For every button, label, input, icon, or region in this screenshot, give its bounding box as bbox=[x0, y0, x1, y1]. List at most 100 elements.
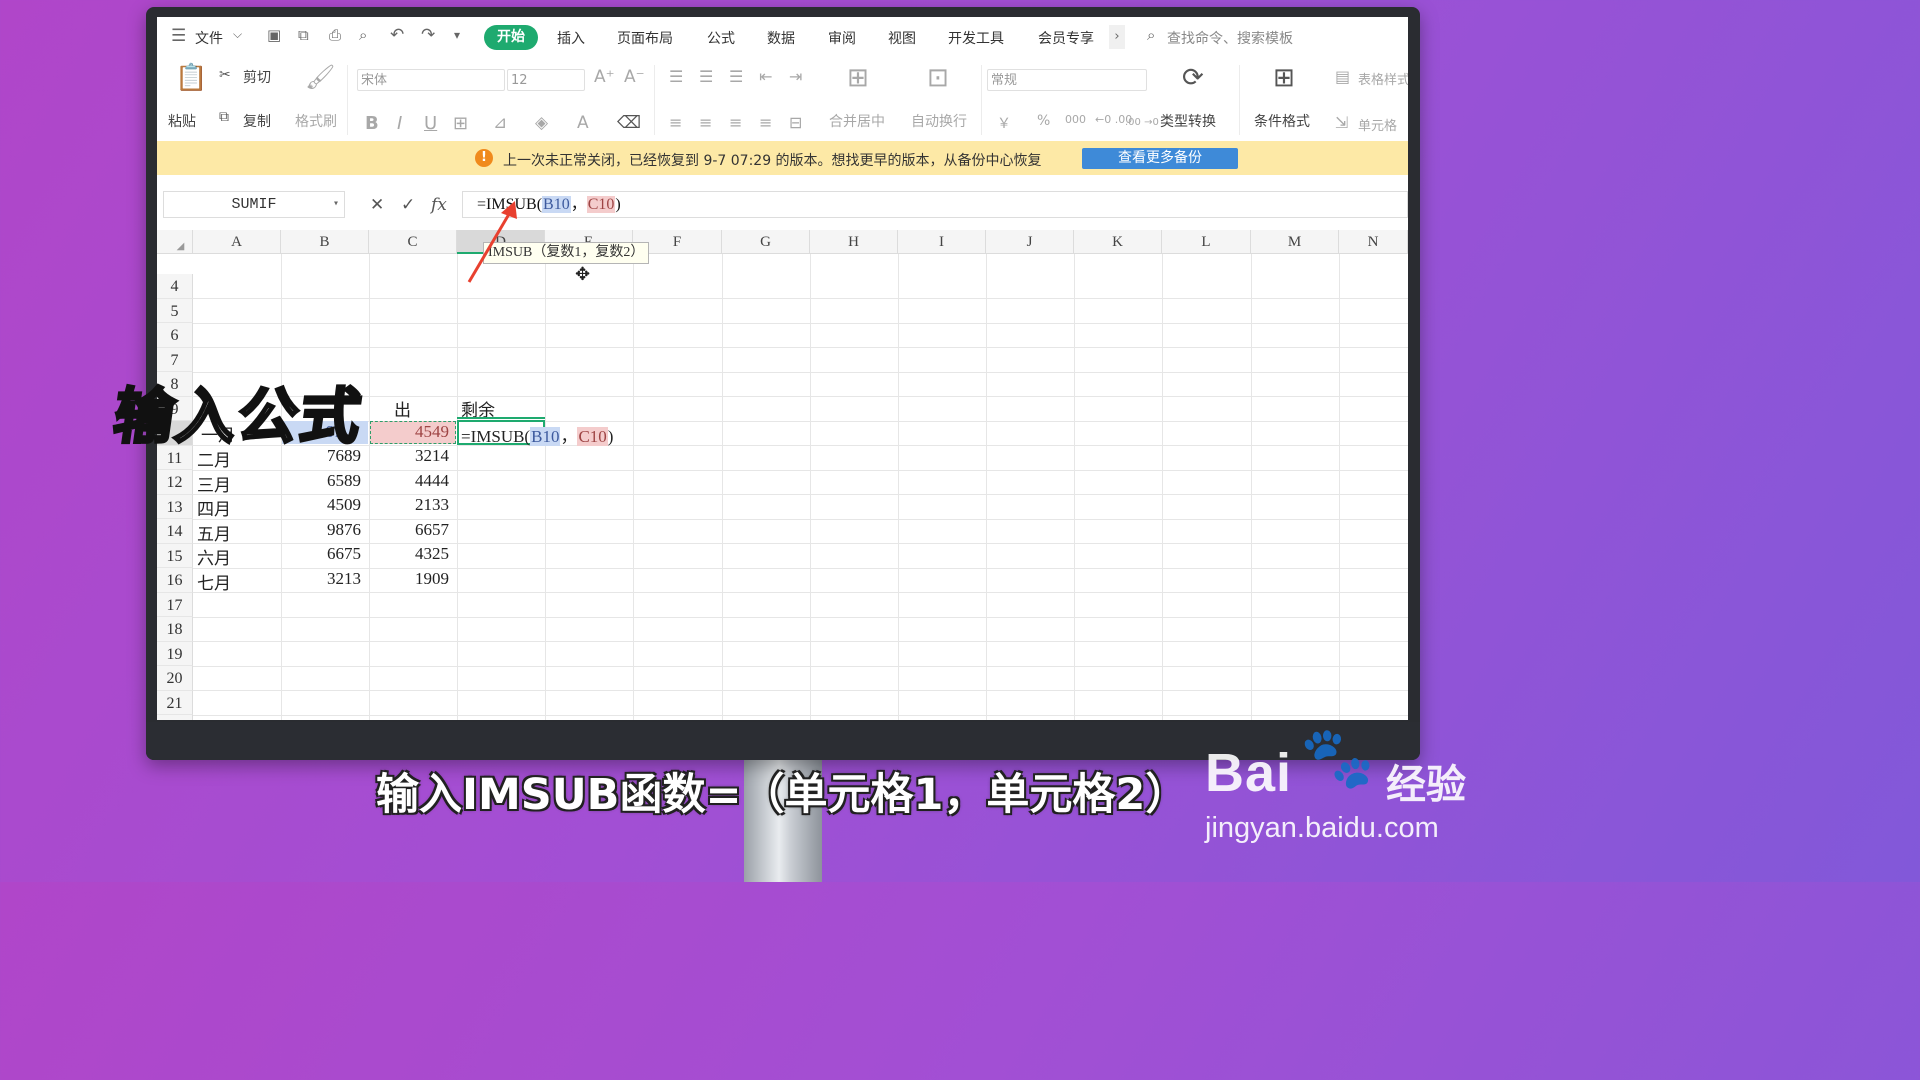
fill-color-icon[interactable]: ◈ bbox=[535, 113, 548, 133]
row-header-21[interactable]: 21 bbox=[157, 690, 193, 715]
sheet-grid[interactable]: ◢ A B C D E F G H I J K L M N 4 5 6 7 8 … bbox=[157, 230, 1408, 720]
preview-icon[interactable]: ⌕ bbox=[359, 26, 367, 44]
file-menu[interactable]: 文件 bbox=[195, 28, 223, 48]
export-icon[interactable]: ⧉ bbox=[298, 26, 309, 44]
cell-c10[interactable]: 4549 bbox=[415, 422, 449, 442]
cell-c16[interactable]: 1909 bbox=[415, 569, 449, 589]
italic-icon[interactable]: I bbox=[397, 113, 402, 134]
cancel-icon[interactable]: ✕ bbox=[370, 195, 384, 215]
cell-c14[interactable]: 6657 bbox=[415, 520, 449, 540]
save-icon[interactable]: ▣ bbox=[267, 26, 281, 44]
row-header-16[interactable]: 16 bbox=[157, 568, 193, 593]
row-header-20[interactable]: 20 bbox=[157, 666, 193, 691]
indent-increase-icon[interactable]: ⇥ bbox=[789, 67, 802, 86]
tab-home[interactable]: 开始 bbox=[484, 25, 538, 50]
col-header-g[interactable]: G bbox=[722, 230, 810, 254]
cut-button[interactable]: 剪切 bbox=[243, 67, 271, 87]
search-icon[interactable]: ⌕ bbox=[1147, 26, 1155, 44]
merge-center-button[interactable]: 合并居中 bbox=[829, 111, 885, 131]
cell-b15[interactable]: 6675 bbox=[327, 544, 361, 564]
cell-a14[interactable]: 五月 bbox=[197, 520, 231, 545]
table-style-icon[interactable]: ▤ bbox=[1335, 67, 1350, 86]
border-icon[interactable]: ⊞ bbox=[453, 113, 468, 134]
paste-icon[interactable]: 📋 bbox=[175, 63, 207, 93]
tab-view[interactable]: 视图 bbox=[888, 28, 916, 48]
cell-c9[interactable]: 出 bbox=[394, 396, 411, 421]
font-size-select[interactable]: 12 bbox=[507, 69, 585, 91]
cell-a16[interactable]: 七月 bbox=[197, 569, 231, 594]
col-header-n[interactable]: N bbox=[1339, 230, 1408, 254]
chevron-down-icon[interactable]: ▾ bbox=[333, 192, 339, 218]
conditional-format-button[interactable]: 条件格式 bbox=[1254, 111, 1310, 131]
table-style-button[interactable]: 表格样式 bbox=[1358, 69, 1408, 88]
search-command-input[interactable]: 查找命令、搜索模板 bbox=[1167, 28, 1293, 48]
type-convert-button[interactable]: 类型转换 bbox=[1160, 111, 1216, 131]
cell-c13[interactable]: 2133 bbox=[415, 495, 449, 515]
cell-b14[interactable]: 9876 bbox=[327, 520, 361, 540]
paste-button[interactable]: 粘贴 bbox=[168, 111, 196, 131]
tab-data[interactable]: 数据 bbox=[767, 28, 795, 48]
cell-c11[interactable]: 3214 bbox=[415, 446, 449, 466]
row-header-19[interactable]: 19 bbox=[157, 641, 193, 666]
font-name-select[interactable]: 宋体 bbox=[357, 69, 505, 91]
percent-icon[interactable]: % bbox=[1037, 113, 1050, 129]
col-header-c[interactable]: C bbox=[369, 230, 457, 254]
font-color-icon[interactable]: A bbox=[577, 113, 589, 133]
row-header-12[interactable]: 12 bbox=[157, 470, 193, 495]
col-header-j[interactable]: J bbox=[986, 230, 1074, 254]
col-header-m[interactable]: M bbox=[1251, 230, 1339, 254]
col-header-k[interactable]: K bbox=[1074, 230, 1162, 254]
name-box[interactable]: SUMIF ▾ bbox=[163, 191, 345, 218]
decrease-font-icon[interactable]: A⁻ bbox=[624, 67, 645, 87]
format-painter-icon[interactable]: 🖌 bbox=[305, 63, 335, 91]
scissors-icon[interactable]: ✂ bbox=[219, 67, 231, 83]
cell-icon[interactable]: ⇲ bbox=[1335, 113, 1348, 132]
cell-a15[interactable]: 六月 bbox=[197, 544, 231, 569]
wrap-text-button[interactable]: 自动换行 bbox=[911, 111, 967, 131]
redo-icon[interactable]: ↷ bbox=[421, 25, 435, 45]
row-header-15[interactable]: 15 bbox=[157, 543, 193, 568]
tab-formulas[interactable]: 公式 bbox=[707, 28, 735, 48]
formula-input[interactable]: =IMSUB(B10，C10) bbox=[462, 191, 1408, 218]
justify-icon[interactable]: ≡ bbox=[759, 113, 772, 132]
select-all-corner[interactable]: ◢ bbox=[157, 230, 193, 254]
cell-b13[interactable]: 4509 bbox=[327, 495, 361, 515]
row-header-17[interactable]: 17 bbox=[157, 592, 193, 617]
col-header-h[interactable]: H bbox=[810, 230, 898, 254]
row-header-6[interactable]: 6 bbox=[157, 323, 193, 348]
cell-style-icon[interactable]: ⊿ bbox=[493, 113, 507, 133]
cell-c15[interactable]: 4325 bbox=[415, 544, 449, 564]
convert-icon[interactable]: ⟳ bbox=[1182, 63, 1204, 93]
tab-member[interactable]: 会员专享 bbox=[1038, 28, 1094, 48]
cell-button[interactable]: 单元格 bbox=[1358, 115, 1397, 134]
tab-review[interactable]: 审阅 bbox=[828, 28, 856, 48]
col-header-l[interactable]: L bbox=[1162, 230, 1251, 254]
more-icon[interactable]: ▾ bbox=[454, 28, 460, 42]
number-format-select[interactable]: 常规 bbox=[987, 69, 1147, 91]
align-right-icon[interactable]: ≡ bbox=[729, 113, 742, 132]
align-top-icon[interactable]: ☰ bbox=[669, 67, 683, 86]
chevron-right-icon[interactable]: › bbox=[1109, 25, 1125, 49]
merge-icon[interactable]: ⊞ bbox=[847, 63, 869, 93]
cell-c12[interactable]: 4444 bbox=[415, 471, 449, 491]
cell-a12[interactable]: 三月 bbox=[197, 471, 231, 496]
insert-function-icon[interactable]: fx bbox=[431, 195, 447, 215]
align-middle-icon[interactable]: ☰ bbox=[699, 67, 713, 86]
cell-b16[interactable]: 3213 bbox=[327, 569, 361, 589]
format-painter-button[interactable]: 格式刷 bbox=[295, 111, 337, 131]
conditional-format-icon[interactable]: ⊞ bbox=[1273, 63, 1295, 93]
hamburger-icon[interactable]: ☰ bbox=[171, 26, 186, 46]
chevron-down-icon[interactable]: ⌵ bbox=[233, 27, 242, 42]
row-header-5[interactable]: 5 bbox=[157, 298, 193, 323]
tab-developer[interactable]: 开发工具 bbox=[948, 28, 1004, 48]
tab-page-layout[interactable]: 页面布局 bbox=[617, 28, 673, 48]
distribute-icon[interactable]: ⊟ bbox=[789, 113, 802, 132]
col-header-i[interactable]: I bbox=[898, 230, 986, 254]
row-header-14[interactable]: 14 bbox=[157, 519, 193, 544]
align-left-icon[interactable]: ≡ bbox=[669, 113, 682, 132]
thousands-icon[interactable]: 000 bbox=[1065, 113, 1086, 126]
row-header-18[interactable]: 18 bbox=[157, 617, 193, 642]
tab-insert[interactable]: 插入 bbox=[557, 28, 585, 48]
wrap-icon[interactable]: ⊡ bbox=[927, 63, 949, 93]
increase-font-icon[interactable]: A⁺ bbox=[594, 67, 615, 87]
